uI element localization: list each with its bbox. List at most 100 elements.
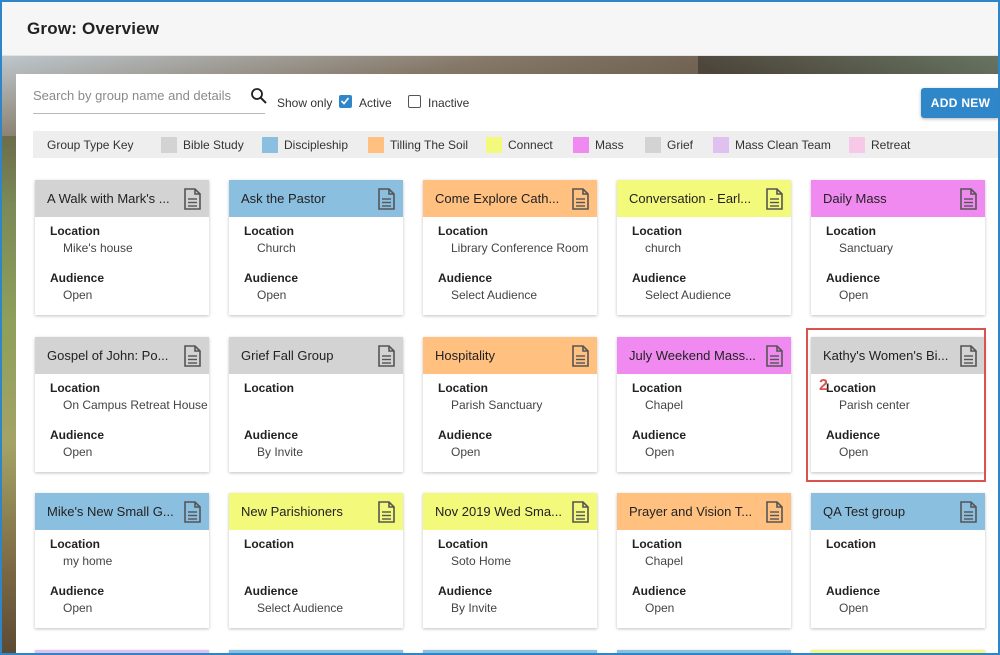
card-header[interactable]: Daily Mass (811, 180, 985, 217)
location-label: Location (244, 224, 294, 238)
card-title[interactable]: Ask the Pastor (241, 191, 371, 206)
group-card[interactable]: QA Test group Location Audience Open (811, 493, 985, 628)
key-swatch (262, 137, 278, 153)
location-label: Location (50, 537, 100, 551)
document-icon[interactable] (958, 501, 978, 523)
audience-label: Audience (50, 584, 105, 598)
card-title[interactable]: July Weekend Mass... (629, 348, 759, 363)
card-header[interactable]: Grief Fall Group (229, 337, 403, 374)
card-header[interactable]: Conversation - Earl... (617, 180, 791, 217)
document-icon[interactable] (182, 345, 202, 367)
card-header[interactable]: Come Explore Cath... (423, 180, 597, 217)
key-item: Retreat (849, 137, 910, 153)
group-card[interactable]: Come Explore Cath... Location Library Conf… (423, 180, 597, 315)
document-icon[interactable] (958, 188, 978, 210)
search-input[interactable] (33, 88, 233, 103)
card-header[interactable]: New Parishioners (229, 493, 403, 530)
document-icon[interactable] (182, 188, 202, 210)
inactive-checkbox[interactable] (408, 95, 421, 108)
group-card[interactable]: Conversation - Earl... Location church Audi… (617, 180, 791, 315)
group-card[interactable]: Ask the Pastor Location Church Audience Open (229, 180, 403, 315)
audience-value: Open (451, 445, 481, 459)
audience-value: Open (63, 601, 93, 615)
group-card[interactable]: Gospel of John: Po... Location On Campus R… (35, 337, 209, 472)
document-icon[interactable] (376, 188, 396, 210)
card-title[interactable]: Mike's New Small G... (47, 504, 177, 519)
location-label: Location (438, 537, 488, 551)
group-card[interactable]: A Walk with Mark's ... Location Mike's hou… (35, 180, 209, 315)
document-icon[interactable] (570, 345, 590, 367)
group-card[interactable]: New Parishioners Location Audience Select A… (229, 493, 403, 628)
card-title[interactable]: Daily Mass (823, 191, 953, 206)
card-title[interactable]: QA Test group (823, 504, 953, 519)
card-title[interactable]: Grief Fall Group (241, 348, 371, 363)
card-title[interactable]: Prayer and Vision T... (629, 504, 759, 519)
key-label: Retreat (871, 138, 911, 152)
add-new-button[interactable]: ADD NEW (921, 88, 998, 118)
group-card-partial[interactable] (423, 650, 597, 653)
card-header[interactable]: July Weekend Mass... (617, 337, 791, 374)
key-label: Bible Study (183, 138, 244, 152)
group-card-partial[interactable] (229, 650, 403, 653)
group-card[interactable]: Prayer and Vision T... Location Chapel Audi… (617, 493, 791, 628)
document-icon[interactable] (764, 345, 784, 367)
document-icon[interactable] (764, 188, 784, 210)
location-label: Location (244, 537, 294, 551)
group-card[interactable]: Daily Mass Location Sanctuary Audience Open (811, 180, 985, 315)
audience-value: Open (839, 601, 869, 615)
location-label: Location (438, 381, 488, 395)
audience-label: Audience (244, 271, 299, 285)
card-title[interactable]: Come Explore Cath... (435, 191, 565, 206)
card-header[interactable]: QA Test group (811, 493, 985, 530)
key-item: Bible Study (161, 137, 244, 153)
key-swatch (849, 137, 865, 153)
document-icon[interactable] (570, 501, 590, 523)
location-value: Church (257, 241, 296, 255)
audience-value: Open (645, 601, 675, 615)
card-header[interactable]: Nov 2019 Wed Sma... (423, 493, 597, 530)
group-card[interactable]: Hospitality Location Parish Sanctuary Audie… (423, 337, 597, 472)
key-item: Discipleship (262, 137, 348, 153)
location-value: Soto Home (451, 554, 512, 568)
document-icon[interactable] (764, 501, 784, 523)
search-icon[interactable] (250, 87, 268, 105)
group-card-partial[interactable] (35, 650, 209, 653)
key-swatch (713, 137, 729, 153)
card-header[interactable]: Hospitality (423, 337, 597, 374)
document-icon[interactable] (182, 501, 202, 523)
card-header[interactable]: Ask the Pastor (229, 180, 403, 217)
card-header[interactable]: A Walk with Mark's ... (35, 180, 209, 217)
key-swatch (368, 137, 384, 153)
group-card[interactable]: July Weekend Mass... Location Chapel Audien… (617, 337, 791, 472)
key-label: Connect (508, 138, 553, 152)
card-title[interactable]: Conversation - Earl... (629, 191, 759, 206)
key-swatch (161, 137, 177, 153)
card-title[interactable]: Nov 2019 Wed Sma... (435, 504, 565, 519)
card-title[interactable]: Gospel of John: Po... (47, 348, 177, 363)
card-title[interactable]: New Parishioners (241, 504, 371, 519)
audience-value: By Invite (451, 601, 498, 615)
location-value: Chapel (645, 398, 684, 412)
location-value: Library Conference Room (451, 241, 589, 255)
search-box[interactable] (33, 84, 265, 114)
card-header[interactable]: Prayer and Vision T... (617, 493, 791, 530)
group-type-key-title: Group Type Key (47, 138, 134, 152)
document-icon[interactable] (376, 345, 396, 367)
group-card-partial[interactable] (811, 650, 985, 653)
card-title[interactable]: Hospitality (435, 348, 565, 363)
card-header[interactable]: Gospel of John: Po... (35, 337, 209, 374)
group-card-partial[interactable] (617, 650, 791, 653)
active-checkbox[interactable] (339, 95, 352, 108)
key-label: Tilling The Soil (390, 138, 469, 152)
group-card[interactable]: Grief Fall Group Location Audience By Invit… (229, 337, 403, 472)
document-icon[interactable] (376, 501, 396, 523)
group-card[interactable]: Nov 2019 Wed Sma... Location Soto Home Audi… (423, 493, 597, 628)
main-panel: Show only Active Inactive ADD NEW Group … (16, 74, 998, 653)
audience-value: Select Audience (645, 288, 732, 302)
card-title[interactable]: A Walk with Mark's ... (47, 191, 177, 206)
key-label: Discipleship (284, 138, 349, 152)
group-card[interactable]: Mike's New Small G... Location my home Audi… (35, 493, 209, 628)
location-label: Location (826, 224, 876, 238)
card-header[interactable]: Mike's New Small G... (35, 493, 209, 530)
document-icon[interactable] (570, 188, 590, 210)
